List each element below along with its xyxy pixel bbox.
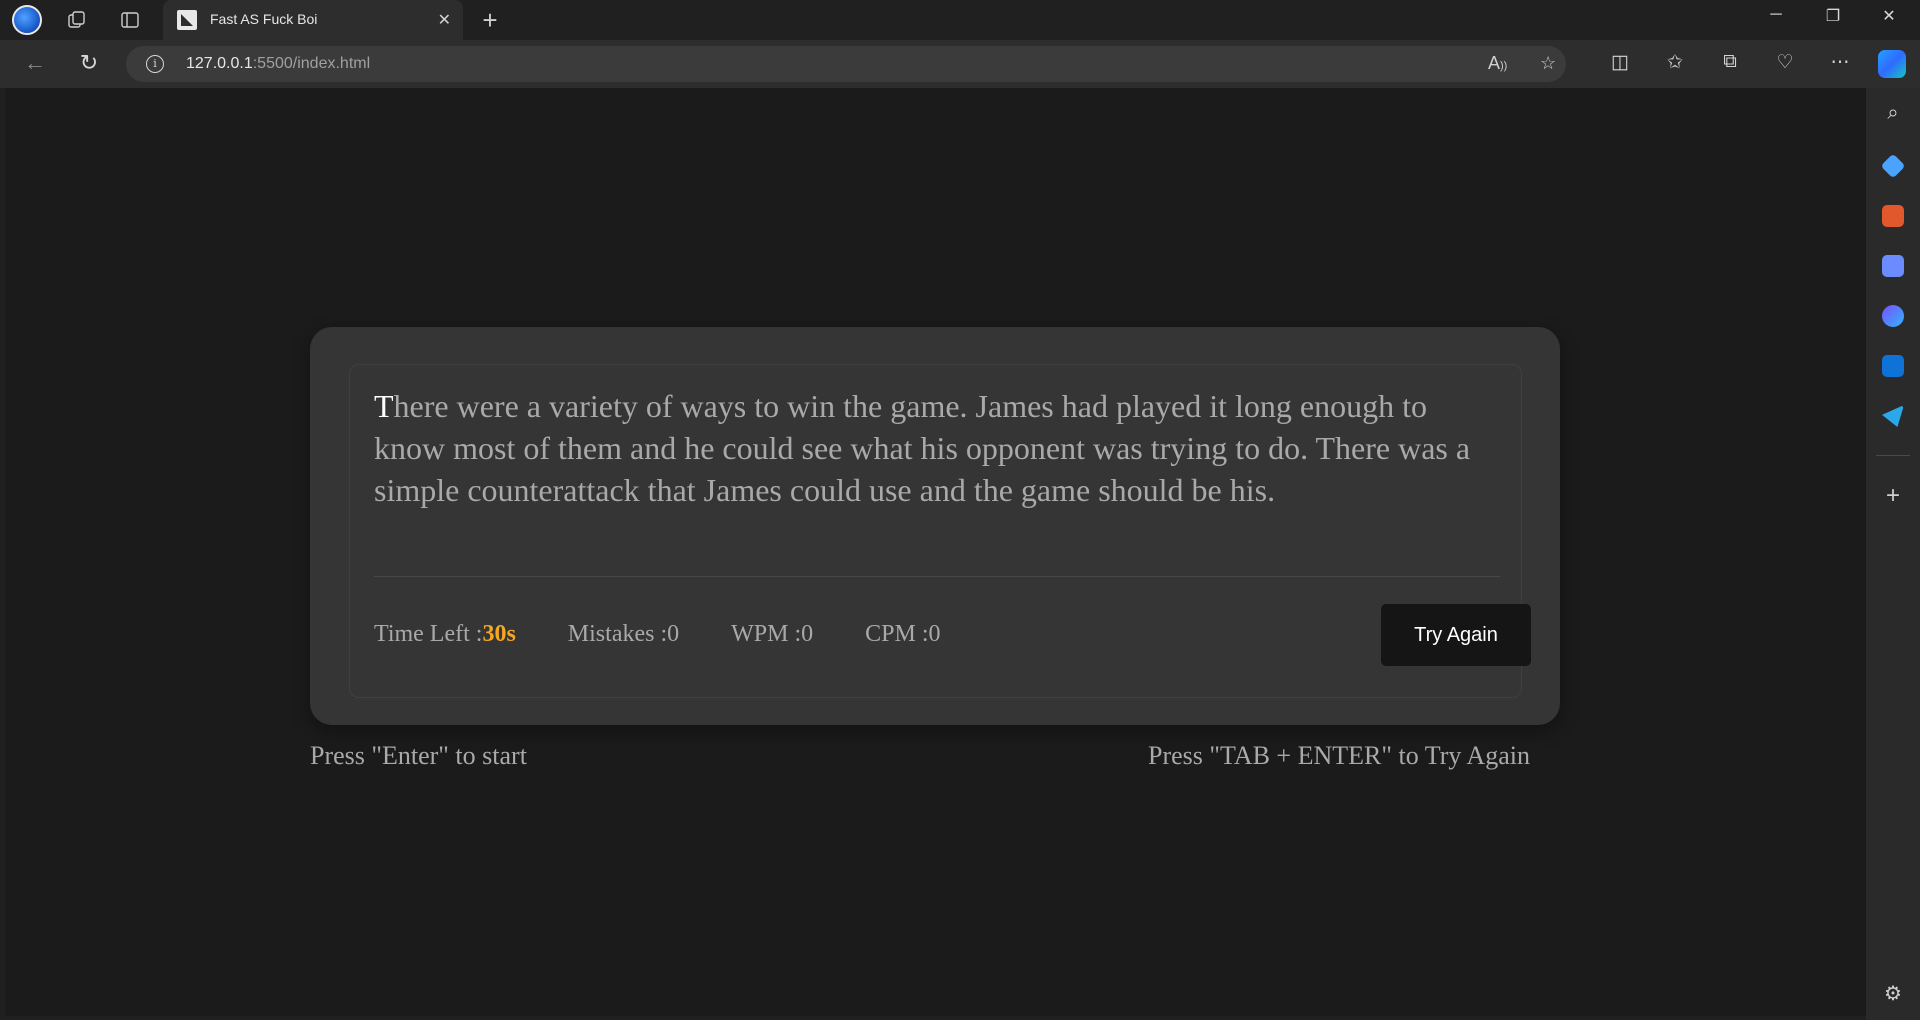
mistakes-stat: Mistakes :0 <box>568 621 679 648</box>
site-favicon-icon <box>177 10 197 30</box>
wpm-value: 0 <box>801 621 814 647</box>
read-aloud-icon[interactable]: A)) <box>1488 53 1507 74</box>
active-tab[interactable]: Fast AS Fuck Boi ✕ <box>163 0 463 40</box>
microsoft-365-icon[interactable] <box>1882 305 1904 327</box>
ellipsis-icon[interactable]: ⋯ <box>1825 51 1855 74</box>
browser-toolbar: ← ↻ i 127.0.0.1:5500/index.html A)) ☆ ◫ … <box>0 40 1920 88</box>
gear-icon[interactable]: ⚙ <box>1878 981 1908 1006</box>
workspaces-icon[interactable] <box>63 6 91 34</box>
minimize-icon[interactable]: ─ <box>1753 6 1799 24</box>
cpm-value: 0 <box>928 621 941 647</box>
cpm-stat: CPM :0 <box>865 621 940 648</box>
mistakes-value: 0 <box>667 621 680 647</box>
outlook-icon[interactable] <box>1882 355 1904 377</box>
heart-pulse-icon[interactable]: ♡ <box>1770 51 1800 74</box>
edge-sidebar: ⌕ + ⚙ <box>1866 88 1920 1020</box>
tab-title: Fast AS Fuck Boi <box>210 11 318 27</box>
vertical-tabs-icon[interactable] <box>116 6 144 34</box>
browser-title-bar: Fast AS Fuck Boi ✕ + ─ ❐ ✕ <box>0 0 1920 40</box>
retry-hint: Press "TAB + ENTER" to Try Again <box>1148 741 1530 770</box>
new-tab-plus-icon[interactable]: + <box>476 5 504 35</box>
favorites-icon[interactable]: ✩ <box>1660 51 1690 74</box>
close-window-icon[interactable]: ✕ <box>1866 6 1912 26</box>
typing-card: There were a variety of ways to win the … <box>310 327 1560 725</box>
url-host: 127.0.0.1 <box>186 55 253 72</box>
time-left-value: 30s <box>482 621 516 647</box>
url-text[interactable]: 127.0.0.1:5500/index.html <box>186 55 370 73</box>
split-screen-icon[interactable]: ◫ <box>1605 51 1635 74</box>
add-sidebar-plus-icon[interactable]: + <box>1878 482 1908 510</box>
tools-briefcase-icon[interactable] <box>1882 205 1904 227</box>
wpm-stat: WPM :0 <box>731 621 813 648</box>
profile-avatar-icon[interactable] <box>12 5 42 35</box>
typing-passage[interactable]: There were a variety of ways to win the … <box>374 385 1504 511</box>
games-icon[interactable] <box>1882 255 1904 277</box>
divider <box>374 576 1500 577</box>
start-hint: Press "Enter" to start <box>310 741 527 770</box>
typing-area[interactable]: There were a variety of ways to win the … <box>349 364 1531 698</box>
restore-icon[interactable]: ❐ <box>1810 6 1856 26</box>
mistakes-label: Mistakes : <box>567 621 668 647</box>
search-icon[interactable]: ⌕ <box>1878 102 1908 125</box>
send-drop-icon[interactable] <box>1882 405 1904 427</box>
reload-icon[interactable]: ↻ <box>74 50 104 76</box>
current-char: T <box>374 388 394 424</box>
time-left-stat: Time Left :30s <box>374 621 516 648</box>
star-icon[interactable]: ☆ <box>1540 53 1556 74</box>
passage-rest: here were a variety of ways to win the g… <box>374 388 1471 508</box>
cpm-label: CPM : <box>865 621 929 647</box>
copilot-icon[interactable] <box>1878 50 1906 78</box>
url-path: :5500/index.html <box>252 55 371 72</box>
time-left-label: Time Left : <box>374 621 483 647</box>
sidebar-divider <box>1876 455 1910 456</box>
wpm-label: WPM : <box>731 621 802 647</box>
shopping-tag-icon[interactable] <box>1880 153 1906 179</box>
info-icon[interactable]: i <box>146 55 164 73</box>
page-viewport: There were a variety of ways to win the … <box>5 88 1866 1016</box>
close-tab-icon[interactable]: ✕ <box>438 10 451 30</box>
try-again-button[interactable]: Try Again <box>1381 604 1531 666</box>
stats-row: Time Left :30s Mistakes :0 WPM :0 CPM :0 <box>374 621 987 648</box>
back-arrow-icon[interactable]: ← <box>20 50 50 76</box>
collections-icon[interactable]: ⧉ <box>1715 51 1745 73</box>
address-bar[interactable]: i 127.0.0.1:5500/index.html A)) ☆ <box>126 46 1566 82</box>
